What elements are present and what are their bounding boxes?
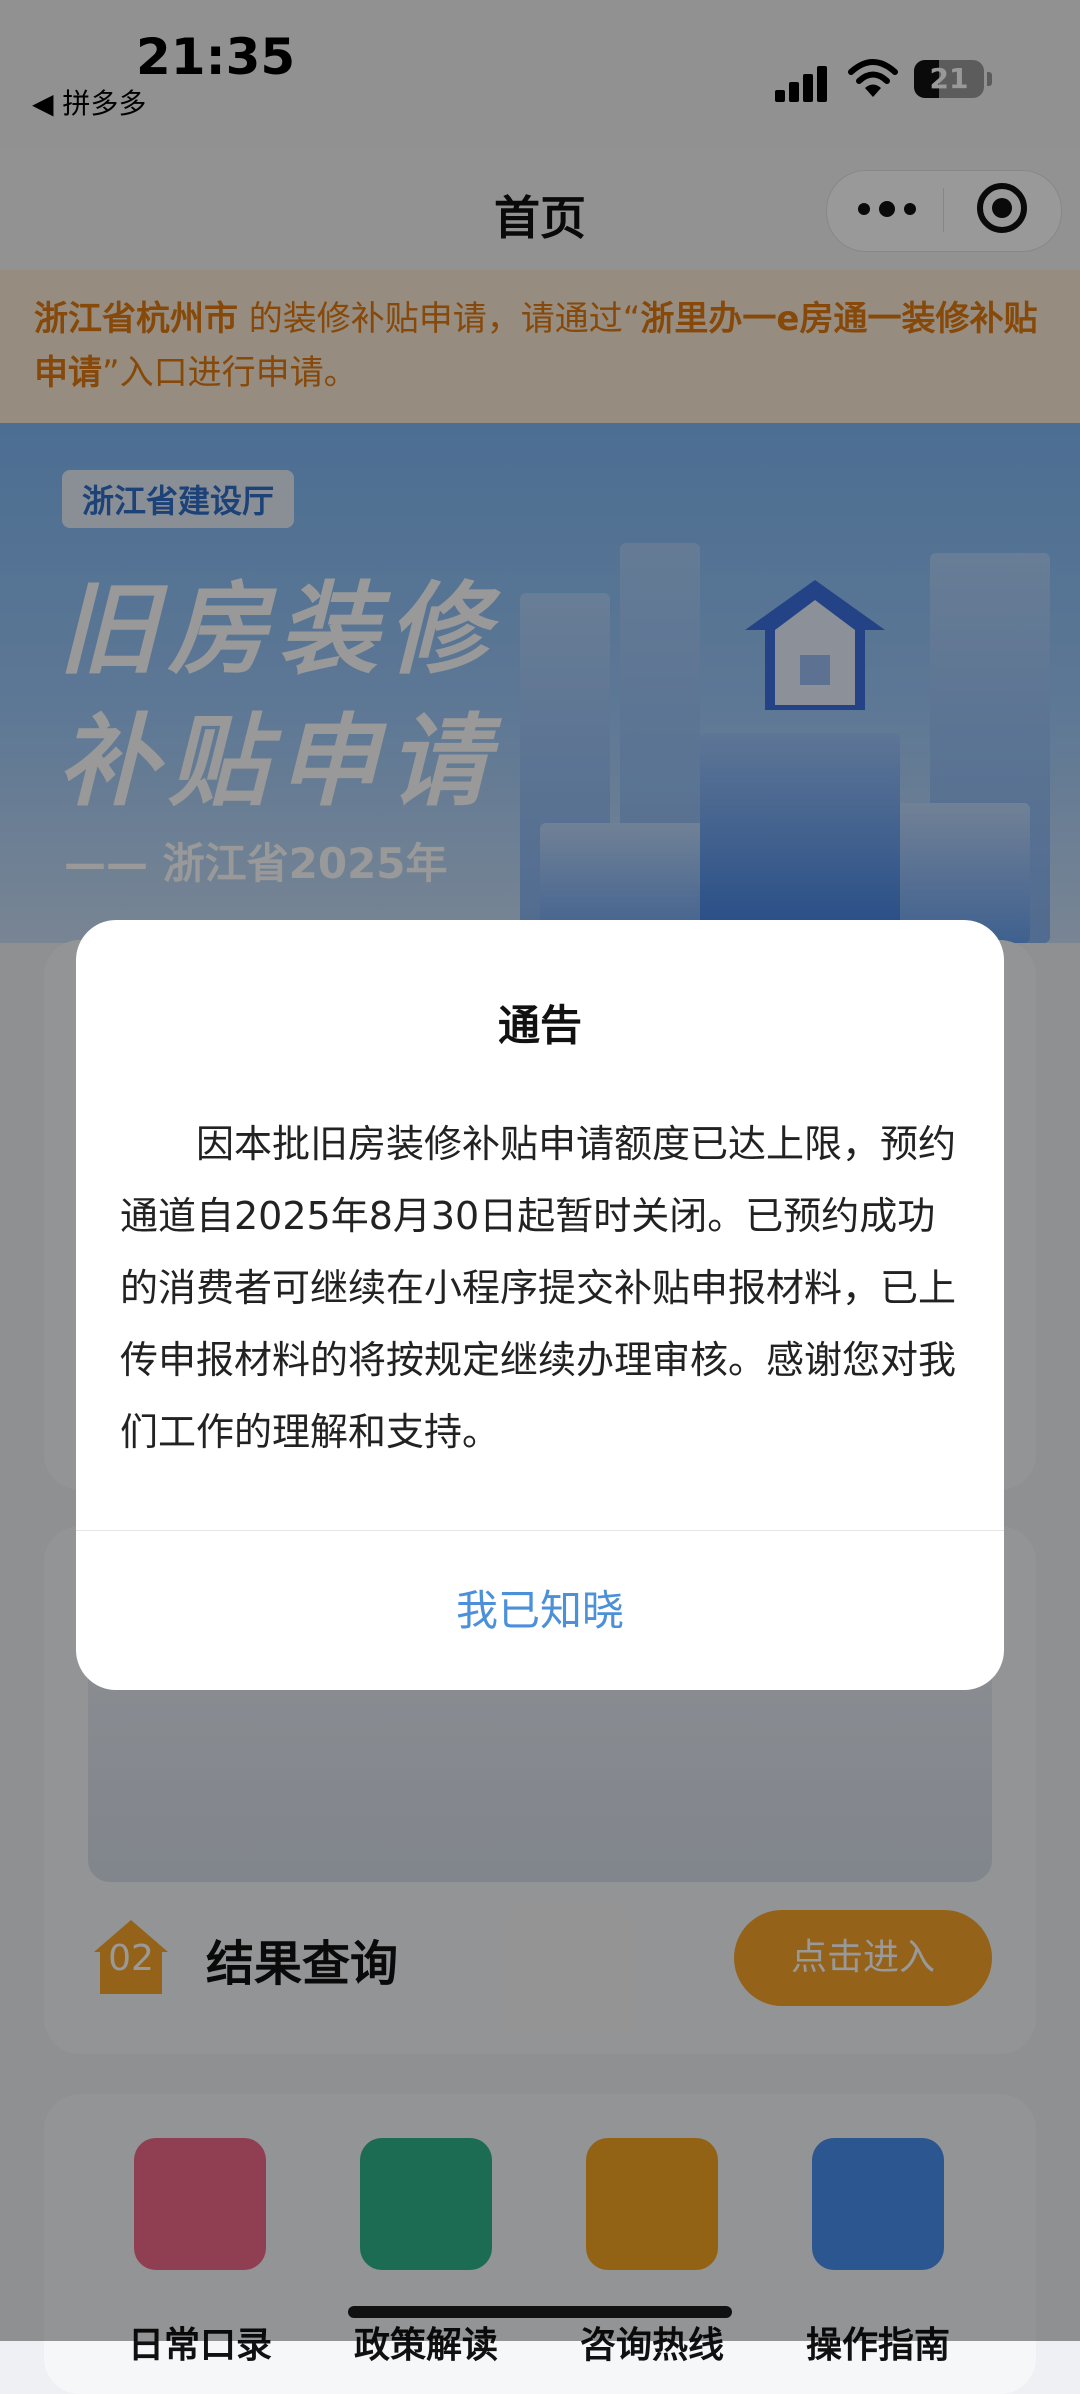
home-indicator[interactable] bbox=[348, 2306, 732, 2318]
dialog-body: 因本批旧房装修补贴申请额度已达上限，预约通道自2025年8月30日起暂时关闭。已… bbox=[120, 1122, 957, 1454]
acknowledge-button[interactable]: 我已知晓 bbox=[76, 1531, 1004, 1690]
announcement-dialog: 通告 因本批旧房装修补贴申请额度已达上限，预约通道自2025年8月30日起暂时关… bbox=[76, 920, 1004, 1690]
dialog-title: 通告 bbox=[497, 1001, 582, 1050]
